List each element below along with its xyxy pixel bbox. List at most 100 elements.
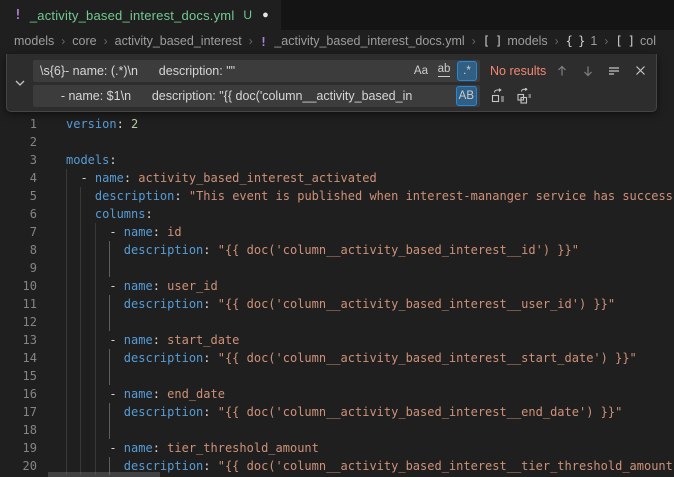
line-number: 7	[0, 223, 66, 241]
code-line[interactable]: 17 description: "{{ doc('column__activit…	[0, 403, 674, 421]
find-in-selection-icon	[607, 64, 621, 78]
breadcrumb-item-1[interactable]: { }1	[566, 34, 598, 48]
code-text: - name: end_date	[66, 387, 225, 401]
code-text: description: "{{ doc('column__activity_b…	[66, 297, 615, 311]
line-content: - name: tier_threshold_amount	[66, 439, 674, 457]
code-line[interactable]: 19 - name: tier_threshold_amount	[0, 439, 674, 457]
replace-all-button[interactable]	[514, 86, 534, 106]
breadcrumb-label: models	[14, 34, 54, 48]
indent-guide	[80, 313, 81, 331]
find-input-box: Aa ab .*	[33, 60, 480, 82]
replace-input[interactable]	[33, 85, 456, 107]
indent-guide	[66, 367, 67, 385]
match-case-toggle[interactable]: Aa	[411, 61, 431, 81]
replace-row: AB	[33, 84, 650, 107]
breadcrumb-item-col[interactable]: [ ] col	[615, 34, 656, 48]
line-content	[66, 259, 674, 277]
code-text: columns:	[66, 207, 153, 221]
whole-word-toggle[interactable]: ab	[434, 61, 454, 81]
indent-guide	[95, 367, 96, 385]
line-number: 14	[0, 349, 66, 367]
line-content: description: "{{ doc('column__activity_b…	[66, 403, 674, 421]
code-line[interactable]: 2	[0, 133, 674, 151]
code-line[interactable]: 5 description: "This event is published …	[0, 187, 674, 205]
replace-all-icon	[516, 88, 532, 104]
code-line[interactable]: 16 - name: end_date	[0, 385, 674, 403]
line-number: 1	[0, 115, 66, 133]
code-line[interactable]: 15	[0, 367, 674, 385]
indent-guide	[80, 259, 81, 277]
code-area[interactable]: 1version: 223models:4 - name: activity_b…	[0, 52, 674, 475]
indent-guide	[95, 421, 96, 439]
close-find-button[interactable]	[630, 61, 650, 81]
yaml-file-icon: !	[260, 34, 268, 49]
code-line[interactable]: 3models:	[0, 151, 674, 169]
line-content: - name: end_date	[66, 385, 674, 403]
line-number: 16	[0, 385, 66, 403]
code-line[interactable]: 13 - name: start_date	[0, 331, 674, 349]
horizontal-scrollbar[interactable]	[48, 472, 160, 477]
indent-guide	[109, 259, 110, 277]
tab-active-file[interactable]: ! _activity_based_interest_docs.yml U ●	[0, 0, 281, 30]
code-text: description: "{{ doc('column__activity_b…	[66, 351, 637, 365]
regex-toggle[interactable]: .*	[457, 61, 477, 81]
line-content: description: "This event is published wh…	[66, 187, 674, 205]
array-symbol-icon: [ ]	[615, 34, 634, 48]
code-line[interactable]: 7 - name: id	[0, 223, 674, 241]
code-text: description: "{{ doc('column__activity_b…	[66, 459, 673, 473]
code-line[interactable]: 10 - name: user_id	[0, 277, 674, 295]
code-line[interactable]: 6 columns:	[0, 205, 674, 223]
breadcrumb-item-models[interactable]: [ ] models	[483, 34, 548, 48]
code-text: - name: activity_based_interest_activate…	[66, 171, 377, 185]
breadcrumb-item-activity_based_interest[interactable]: activity_based_interest	[115, 34, 242, 48]
indent-guide	[109, 421, 110, 439]
line-number: 8	[0, 241, 66, 259]
indent-guide	[66, 313, 67, 331]
line-content: - name: activity_based_interest_activate…	[66, 169, 674, 187]
tab-bar: ! _activity_based_interest_docs.yml U ●	[0, 0, 674, 30]
line-number: 2	[0, 133, 66, 151]
breadcrumb-item-_activity_based_interest_docs.yml[interactable]: ! _activity_based_interest_docs.yml	[260, 34, 465, 49]
array-symbol-icon: [ ]	[483, 34, 502, 48]
next-match-button[interactable]	[578, 61, 598, 81]
unsaved-changes-dot-icon[interactable]: ●	[262, 10, 269, 21]
line-content: description: "{{ doc('column__activity_b…	[66, 295, 674, 313]
find-input[interactable]	[33, 60, 411, 82]
line-content: - name: id	[66, 223, 674, 241]
line-number: 9	[0, 259, 66, 277]
close-icon	[634, 64, 647, 77]
code-line[interactable]: 18	[0, 421, 674, 439]
object-symbol-icon: { }	[566, 34, 585, 48]
code-line[interactable]: 11 description: "{{ doc('column__activit…	[0, 295, 674, 313]
tab-filename: _activity_based_interest_docs.yml	[30, 8, 235, 23]
regex-icon: .*	[463, 65, 471, 77]
code-line[interactable]: 12	[0, 313, 674, 331]
editor-pane[interactable]: 1version: 223models:4 - name: activity_b…	[0, 52, 674, 477]
replace-button[interactable]	[488, 86, 508, 106]
breadcrumb-item-core[interactable]: core	[72, 34, 96, 48]
breadcrumb-label: models	[507, 34, 547, 48]
breadcrumb-item-models[interactable]: models	[14, 34, 54, 48]
line-content: description: "{{ doc('column__activity_b…	[66, 241, 674, 259]
code-line[interactable]: 1version: 2	[0, 115, 674, 133]
replace-icon	[490, 88, 506, 104]
find-replace-widget: Aa ab .* No results	[6, 54, 657, 112]
code-text: - name: start_date	[66, 333, 239, 347]
preserve-case-icon: AB	[459, 90, 474, 102]
code-text: - name: tier_threshold_amount	[66, 441, 319, 455]
code-line[interactable]: 14 description: "{{ doc('column__activit…	[0, 349, 674, 367]
line-number: 5	[0, 187, 66, 205]
toggle-replace-chevron-icon[interactable]	[10, 54, 30, 111]
breadcrumb-label: _activity_based_interest_docs.yml	[274, 34, 464, 48]
previous-match-button[interactable]	[552, 61, 572, 81]
find-in-selection-button[interactable]	[604, 61, 624, 81]
code-line[interactable]: 9	[0, 259, 674, 277]
line-number: 4	[0, 169, 66, 187]
preserve-case-toggle[interactable]: AB	[456, 86, 477, 106]
code-text: - name: user_id	[66, 279, 218, 293]
breadcrumb-separator: ›	[555, 34, 559, 48]
code-line[interactable]: 8 description: "{{ doc('column__activity…	[0, 241, 674, 259]
breadcrumb-label: col	[640, 34, 656, 48]
code-line[interactable]: 4 - name: activity_based_interest_activa…	[0, 169, 674, 187]
indent-guide	[109, 313, 110, 331]
